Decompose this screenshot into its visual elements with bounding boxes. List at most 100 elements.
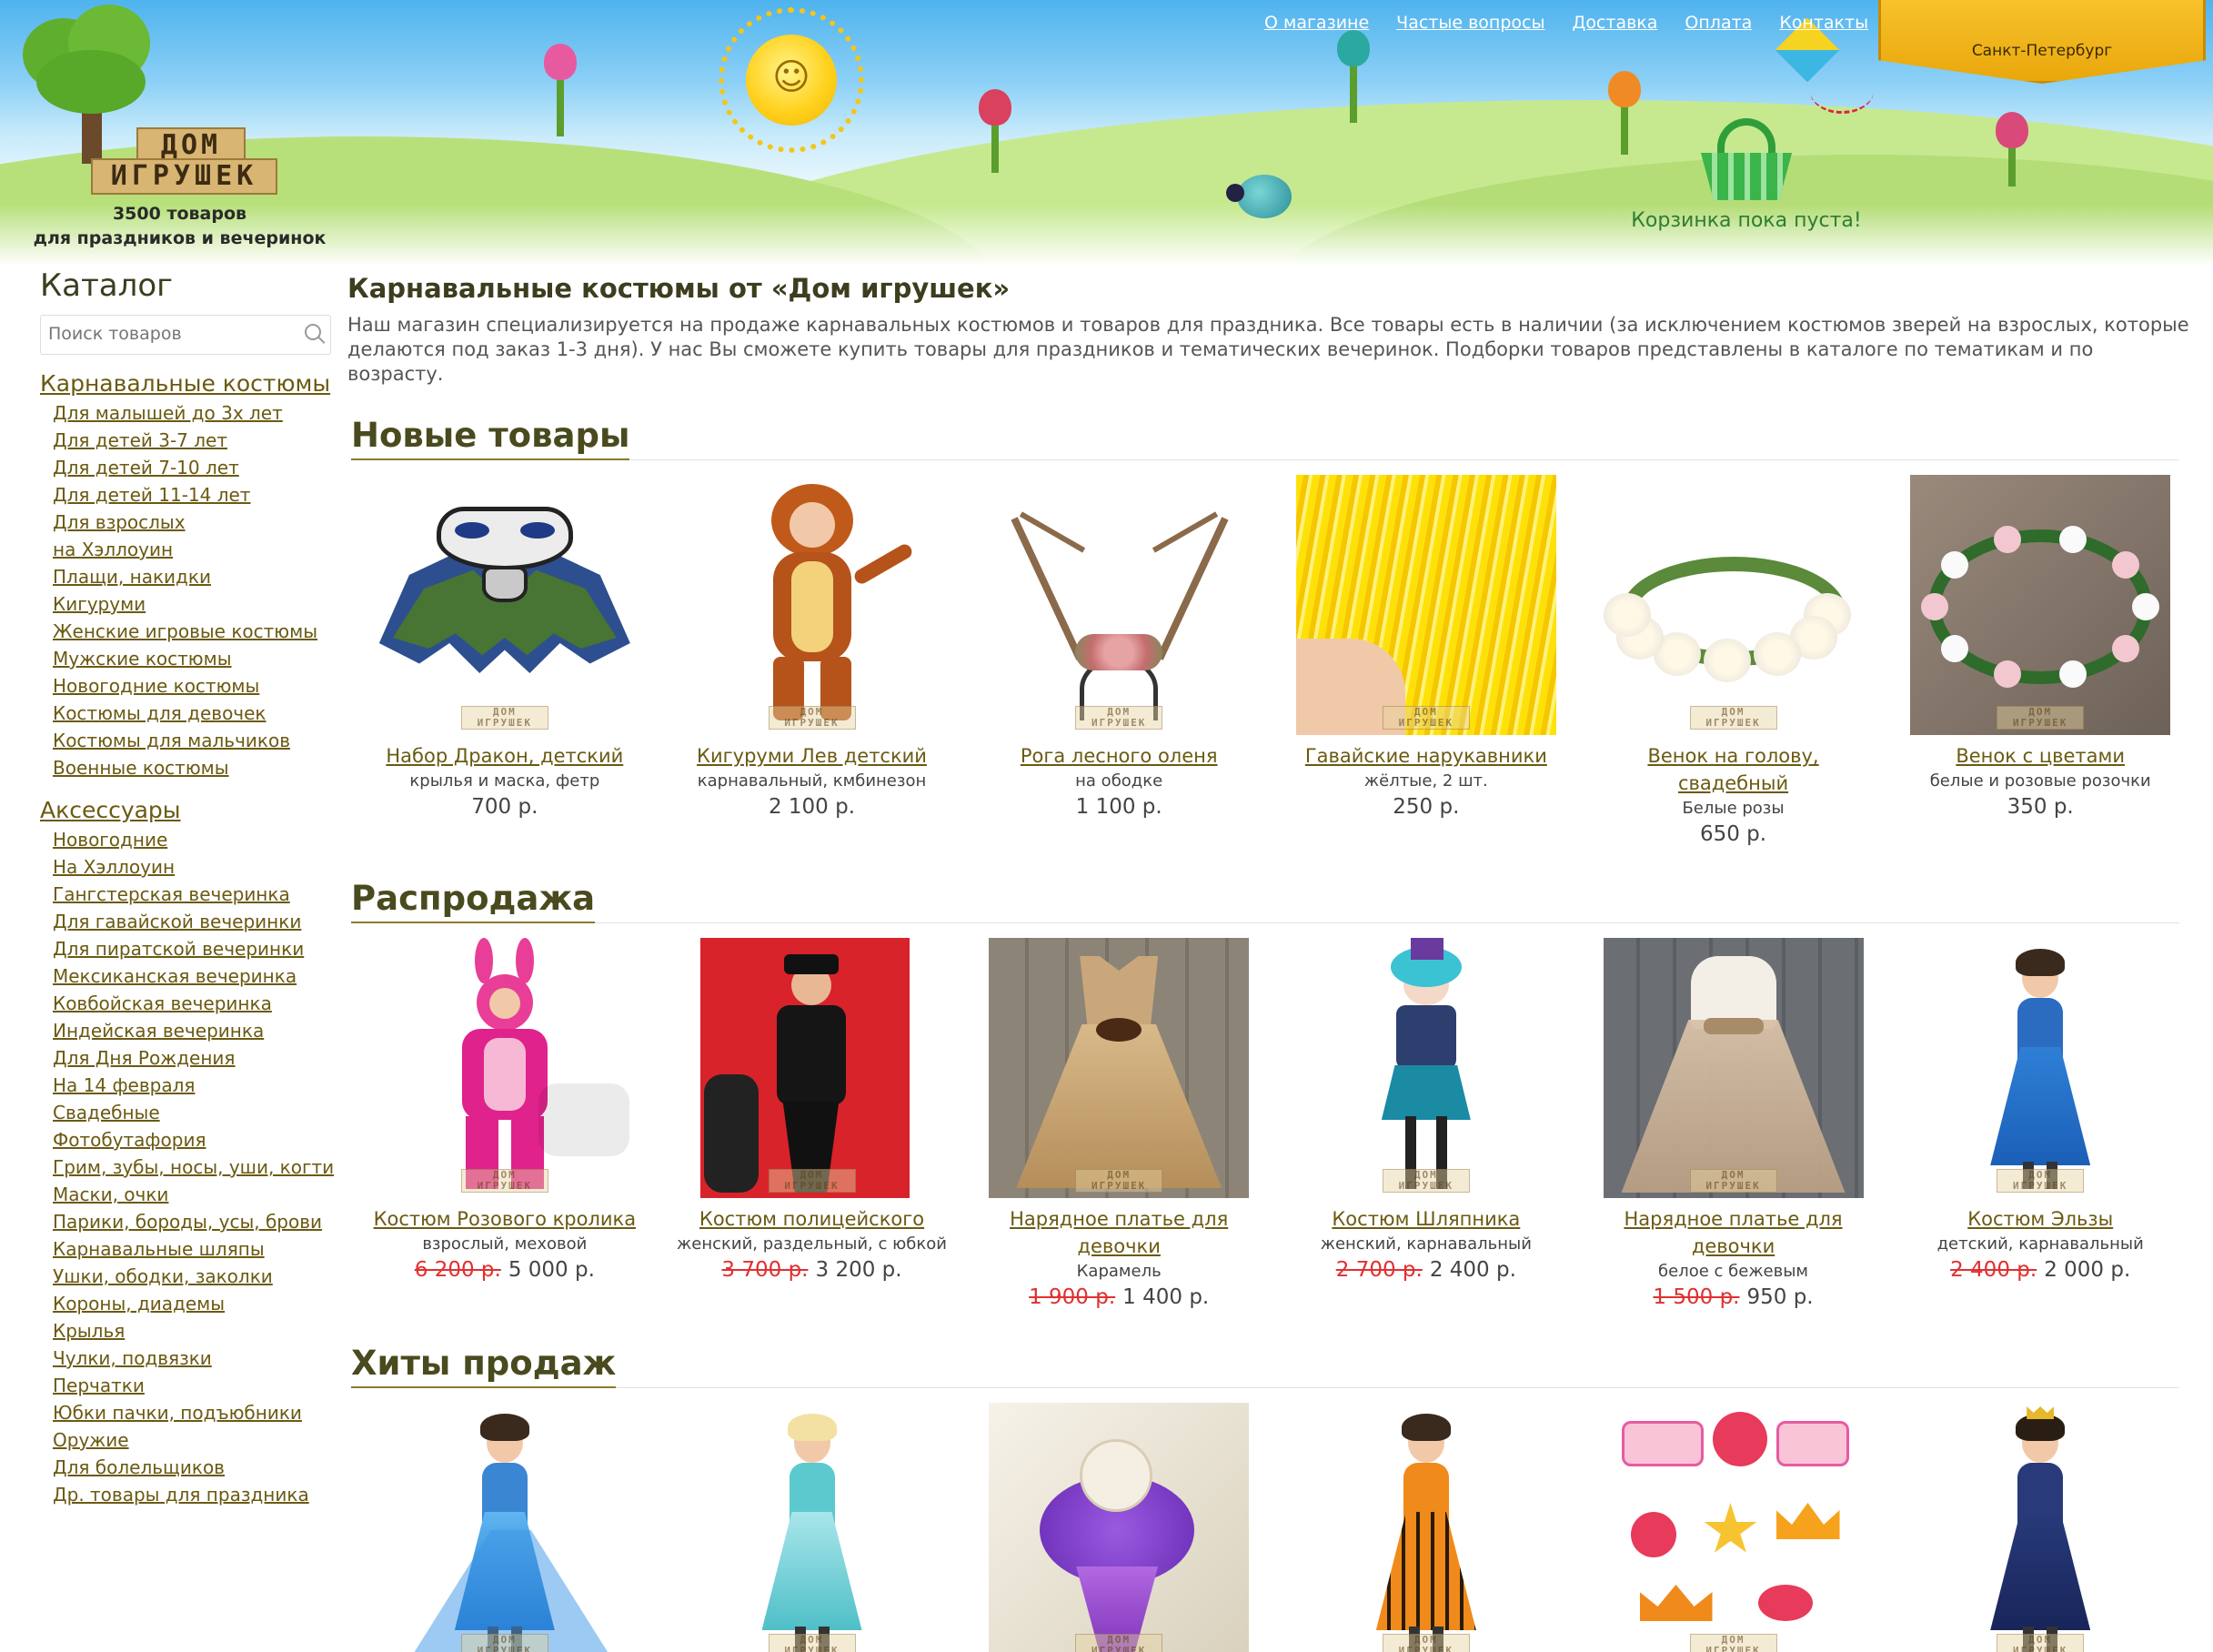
catalog-link[interactable]: Короны, диадемы xyxy=(53,1293,225,1315)
catalog-link[interactable]: Ушки, ободки, заколки xyxy=(53,1265,273,1287)
product-name-link[interactable]: Нарядное платье для девочки xyxy=(965,1205,1272,1260)
product-image[interactable]: ДОМ ИГРУШЕК xyxy=(989,475,1249,735)
catalog-link[interactable]: Свадебные xyxy=(53,1102,160,1123)
cart-status[interactable]: Корзинка пока пуста! xyxy=(1628,209,1865,232)
product-name-link[interactable]: Кигуруми Лев детский xyxy=(659,742,966,770)
catalog-link[interactable]: Новогодние xyxy=(53,829,167,851)
product-name-link[interactable]: Костюм Шляпника xyxy=(1272,1205,1580,1233)
product-image[interactable]: ДОМ ИГРУШЕК xyxy=(1910,1403,2170,1652)
watermark-logo: ДОМ ИГРУШЕК xyxy=(460,706,548,730)
catalog-link[interactable]: Индейская вечеринка xyxy=(53,1020,264,1042)
product-name-link[interactable]: Костюм Эльзы xyxy=(1886,1205,2194,1233)
product-card: ДОМ ИГРУШЕК Рога лесного оленя на ободке 1 1… xyxy=(965,475,1272,848)
catalog-link[interactable]: Карнавальные шляпы xyxy=(53,1238,265,1260)
catalog-link[interactable]: Мексиканская вечеринка xyxy=(53,965,297,987)
catalog-link[interactable]: Гангстерская вечеринка xyxy=(53,883,290,905)
product-current-price: 2 400 р. xyxy=(1429,1258,1516,1282)
catalog-link[interactable]: Костюмы для мальчиков xyxy=(53,730,290,751)
catalog-item: Мужские костюмы xyxy=(53,645,331,672)
nav-link-delivery[interactable]: Доставка xyxy=(1572,13,1657,33)
product-name-link[interactable]: Костюм полицейского xyxy=(659,1205,966,1233)
product-row: ДОМ ИГРУШЕК Костюм Розового кролика взрослы… xyxy=(351,938,2194,1311)
catalog-link[interactable]: Плащи, накидки xyxy=(53,566,211,588)
catalog-link[interactable]: Чулки, подвязки xyxy=(53,1347,212,1369)
catalog-item: Кигуруми xyxy=(53,590,331,618)
product-image[interactable]: ДОМ ИГРУШЕК xyxy=(1910,938,2170,1198)
catalog-link[interactable]: Грим, зубы, носы, уши, когти xyxy=(53,1156,334,1178)
product-image[interactable]: ДОМ ИГРУШЕК xyxy=(682,938,942,1198)
catalog-link[interactable]: Для детей 7-10 лет xyxy=(53,457,239,478)
product-old-price: 1 900 р. xyxy=(1029,1285,1116,1309)
catalog-link[interactable]: Женские игровые костюмы xyxy=(53,620,317,642)
catalog-link[interactable]: Для болельщиков xyxy=(53,1456,225,1478)
watermark-line: ИГРУШЕК xyxy=(1091,1180,1147,1192)
catalog-section-heading[interactable]: Аксессуары xyxy=(40,797,331,823)
catalog-link[interactable]: Костюмы для девочек xyxy=(53,702,267,724)
product-image[interactable]: ДОМ ИГРУШЕК xyxy=(375,475,635,735)
catalog-link[interactable]: Новогодние костюмы xyxy=(53,675,259,697)
nav-link-payment[interactable]: Оплата xyxy=(1685,13,1752,33)
watermark-line: ИГРУШЕК xyxy=(2013,1645,2068,1652)
product-image[interactable]: ДОМ ИГРУШЕК xyxy=(682,475,942,735)
search-input[interactable] xyxy=(48,316,294,352)
product-image[interactable]: ДОМ ИГРУШЕК xyxy=(989,938,1250,1198)
product-current-price: 950 р. xyxy=(1746,1285,1814,1309)
product-image[interactable]: ДОМ ИГРУШЕК xyxy=(1604,1403,1864,1652)
catalog-link[interactable]: на Хэллоуин xyxy=(53,539,173,560)
catalog-link[interactable]: Парики, бороды, усы, брови xyxy=(53,1211,322,1233)
catalog-link[interactable]: Маски, очки xyxy=(53,1184,168,1205)
catalog-link[interactable]: Др. товары для праздника xyxy=(53,1484,309,1506)
watermark-logo: ДОМ ИГРУШЕК xyxy=(1997,706,2085,730)
catalog-link[interactable]: Фотобутафория xyxy=(53,1129,206,1151)
product-image[interactable]: ДОМ ИГРУШЕК xyxy=(682,1403,942,1652)
catalog-link[interactable]: Ковбойская вечеринка xyxy=(53,992,272,1014)
catalog-section-heading[interactable]: Карнавальные костюмы xyxy=(40,370,331,397)
product-name-link[interactable]: Рога лесного оленя xyxy=(965,742,1272,770)
catalog-link[interactable]: Для малышей до 3х лет xyxy=(53,402,283,424)
product-image[interactable]: ДОМ ИГРУШЕК xyxy=(1910,475,2171,735)
product-name-link[interactable]: Набор Дракон, детский xyxy=(351,742,659,770)
product-name-link[interactable]: Венок с цветами xyxy=(1886,742,2194,770)
catalog-item: Новогодние костюмы xyxy=(53,672,331,700)
product-name-link[interactable]: Нарядное платье для девочки xyxy=(1580,1205,1887,1260)
search-icon[interactable] xyxy=(305,324,321,340)
product-name-link[interactable]: Гавайские нарукавники xyxy=(1272,742,1580,770)
product-card: ДОМИГРУШЕККостюм Эльзы Дисней xyxy=(659,1403,966,1652)
catalog-link[interactable]: Военные костюмы xyxy=(53,757,229,779)
product-image[interactable]: ДОМ ИГРУШЕК xyxy=(375,938,635,1198)
catalog-link[interactable]: Юбки пачки, подъюбники xyxy=(53,1402,302,1424)
nav-link-contacts[interactable]: Контакты xyxy=(1779,13,1868,33)
catalog-link[interactable]: Для гавайской вечеринки xyxy=(53,911,301,932)
catalog-item: Юбки пачки, подъюбники xyxy=(53,1399,331,1426)
catalog-link[interactable]: Оружие xyxy=(53,1429,129,1451)
catalog-link[interactable]: Кигуруми xyxy=(53,593,146,615)
cart-basket-icon[interactable] xyxy=(1701,118,1792,200)
city-selector[interactable]: Санкт-Петербург xyxy=(1878,0,2206,84)
product-image[interactable]: ДОМ ИГРУШЕК xyxy=(1296,938,1556,1198)
catalog-link[interactable]: Для взрослых xyxy=(53,511,186,533)
catalog-link[interactable]: Для пиратской вечеринки xyxy=(53,938,304,960)
catalog-link[interactable]: На 14 февраля xyxy=(53,1074,195,1096)
product-name-link[interactable]: Венок на голову, свадебный xyxy=(1580,742,1887,797)
product-image[interactable]: ДОМ ИГРУШЕК xyxy=(1296,1403,1556,1652)
section-divider xyxy=(351,1387,2179,1388)
watermark-line: ИГРУШЕК xyxy=(784,1180,840,1192)
product-image[interactable]: ДОМ ИГРУШЕК xyxy=(1603,938,1864,1198)
catalog-link[interactable]: Мужские костюмы xyxy=(53,648,232,670)
catalog-link[interactable]: Перчатки xyxy=(53,1375,145,1396)
site-logo[interactable]: ДОМ ИГРУШЕК xyxy=(86,127,282,200)
product-image[interactable]: ДОМ ИГРУШЕК xyxy=(1603,475,1864,735)
nav-link-faq[interactable]: Частые вопросы xyxy=(1396,13,1544,33)
product-image[interactable]: ДОМ ИГРУШЕК xyxy=(989,1403,1250,1652)
catalog-link[interactable]: Для детей 11-14 лет xyxy=(53,484,250,506)
flower-decoration xyxy=(1996,112,2028,186)
catalog-link[interactable]: Крылья xyxy=(53,1320,125,1342)
product-price: 2 700 р. 2 400 р. xyxy=(1272,1256,1580,1284)
product-name-link[interactable]: Костюм Розового кролика xyxy=(351,1205,659,1233)
catalog-link[interactable]: Для Дня Рождения xyxy=(53,1047,235,1069)
catalog-link[interactable]: На Хэллоуин xyxy=(53,856,175,878)
product-image[interactable]: ДОМ ИГРУШЕК xyxy=(375,1403,635,1652)
product-image[interactable]: ДОМ ИГРУШЕК xyxy=(1295,475,1556,735)
nav-link-about[interactable]: О магазине xyxy=(1264,13,1369,33)
catalog-link[interactable]: Для детей 3-7 лет xyxy=(53,429,227,451)
